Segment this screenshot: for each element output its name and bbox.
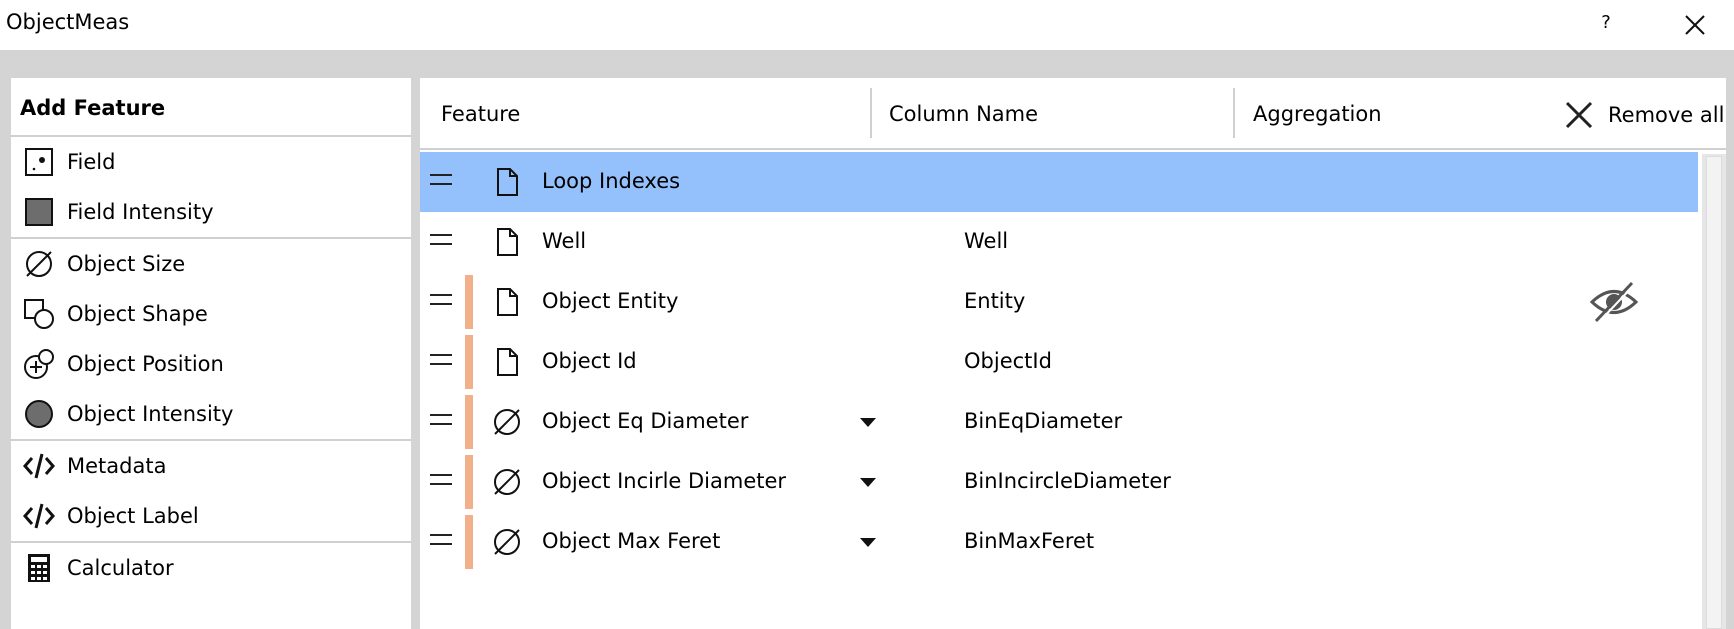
field-intensity-square-icon (11, 187, 67, 237)
row-column-name[interactable]: BinEqDiameter (964, 409, 1122, 433)
table-row[interactable]: Loop Indexes (420, 152, 1698, 212)
object-marker-bar (465, 455, 473, 509)
drag-handle-icon[interactable] (430, 294, 452, 310)
diameter-icon (11, 239, 67, 289)
row-feature-name: Loop Indexes (542, 169, 681, 193)
remove-all-button[interactable]: Remove all (1562, 98, 1724, 132)
diameter-icon (490, 525, 524, 559)
column-header-feature[interactable]: Feature (441, 102, 520, 126)
row-column-name[interactable]: BinIncircleDiameter (964, 469, 1171, 493)
feature-rows: Loop Indexes Well Well Object Entity Entity O… (420, 152, 1700, 572)
feature-item-label: Object Label (67, 504, 199, 528)
column-divider[interactable] (1233, 88, 1235, 138)
table-row[interactable]: Well Well (420, 212, 1698, 272)
eye-slash-icon[interactable] (1588, 279, 1640, 325)
document-icon (490, 345, 524, 379)
drag-handle-icon[interactable] (430, 354, 452, 370)
scrollbar-thumb[interactable] (1706, 156, 1722, 629)
add-feature-panel: Add Feature Field Field Intensity Object S… (11, 78, 411, 629)
close-icon[interactable] (1680, 10, 1710, 40)
dropdown-arrow-icon[interactable] (860, 538, 876, 547)
table-row[interactable]: Object Max Feret BinMaxFeret (420, 512, 1698, 572)
row-column-name[interactable]: Entity (964, 289, 1025, 313)
drag-handle-icon[interactable] (430, 474, 452, 490)
table-row[interactable]: Object Id ObjectId (420, 332, 1698, 392)
feature-item-metadata[interactable]: Metadata (11, 441, 411, 491)
drag-handle-icon[interactable] (430, 534, 452, 550)
feature-item-label: Metadata (67, 454, 167, 478)
code-icon (11, 441, 67, 491)
row-feature-name: Object Entity (542, 289, 679, 313)
feature-item-object-position[interactable]: Object Position (11, 339, 411, 389)
feature-item-field[interactable]: Field (11, 137, 411, 187)
diameter-icon (490, 405, 524, 439)
table-row[interactable]: Object Eq Diameter BinEqDiameter (420, 392, 1698, 452)
feature-item-label: Object Position (67, 352, 224, 376)
window-title: ObjectMeas (6, 10, 130, 34)
table-row[interactable]: Object Entity Entity (420, 272, 1698, 332)
table-row[interactable]: Object Incirle Diameter BinIncircleDiamet… (420, 452, 1698, 512)
dropdown-arrow-icon[interactable] (860, 478, 876, 487)
title-bar: ObjectMeas ? (0, 0, 1734, 50)
feature-item-calculator[interactable]: Calculator (11, 543, 411, 593)
feature-item-label: Field Intensity (67, 200, 214, 224)
field-dot-icon (11, 137, 67, 187)
remove-all-label: Remove all (1608, 103, 1725, 127)
object-marker-bar (465, 335, 473, 389)
feature-item-label: Calculator (67, 556, 174, 580)
column-header-column-name[interactable]: Column Name (889, 102, 1038, 126)
row-column-name[interactable]: Well (964, 229, 1008, 253)
code-icon (11, 491, 67, 541)
feature-item-label: Field (67, 150, 116, 174)
column-header-aggregation[interactable]: Aggregation (1253, 102, 1382, 126)
feature-item-label: Object Intensity (67, 402, 234, 426)
shape-icon (11, 289, 67, 339)
feature-item-object-size[interactable]: Object Size (11, 239, 411, 289)
position-icon (11, 339, 67, 389)
drag-handle-icon[interactable] (430, 414, 452, 430)
feature-item-field-intensity[interactable]: Field Intensity (11, 187, 411, 237)
row-column-name[interactable]: ObjectId (964, 349, 1052, 373)
row-column-name[interactable]: BinMaxFeret (964, 529, 1094, 553)
diameter-icon (490, 465, 524, 499)
table-header: Feature Column Name Aggregation Remove a… (420, 78, 1726, 150)
add-feature-heading: Add Feature (11, 78, 411, 137)
feature-item-label: Object Shape (67, 302, 208, 326)
feature-list: Field Field Intensity Object Size Object Sh… (11, 137, 411, 593)
row-feature-name: Object Id (542, 349, 637, 373)
document-icon (490, 165, 524, 199)
object-marker-bar (465, 395, 473, 449)
document-icon (490, 225, 524, 259)
row-feature-name: Object Incirle Diameter (542, 469, 787, 493)
calculator-icon (11, 543, 67, 593)
feature-item-object-intensity[interactable]: Object Intensity (11, 389, 411, 439)
object-marker-bar (465, 515, 473, 569)
object-marker-bar (465, 275, 473, 329)
help-button[interactable]: ? (1596, 12, 1616, 33)
feature-item-label: Object Size (67, 252, 186, 276)
remove-all-x-icon (1565, 101, 1593, 129)
row-feature-name: Object Eq Diameter (542, 409, 749, 433)
document-icon (490, 285, 524, 319)
intensity-circle-icon (11, 389, 67, 439)
vertical-scrollbar[interactable] (1702, 154, 1726, 629)
column-divider[interactable] (870, 88, 872, 138)
drag-handle-icon[interactable] (430, 174, 452, 190)
feature-table-panel: Feature Column Name Aggregation Remove a… (420, 78, 1726, 629)
feature-item-object-label[interactable]: Object Label (11, 491, 411, 541)
feature-item-object-shape[interactable]: Object Shape (11, 289, 411, 339)
dropdown-arrow-icon[interactable] (860, 418, 876, 427)
row-feature-name: Object Max Feret (542, 529, 721, 553)
drag-handle-icon[interactable] (430, 234, 452, 250)
row-feature-name: Well (542, 229, 587, 253)
